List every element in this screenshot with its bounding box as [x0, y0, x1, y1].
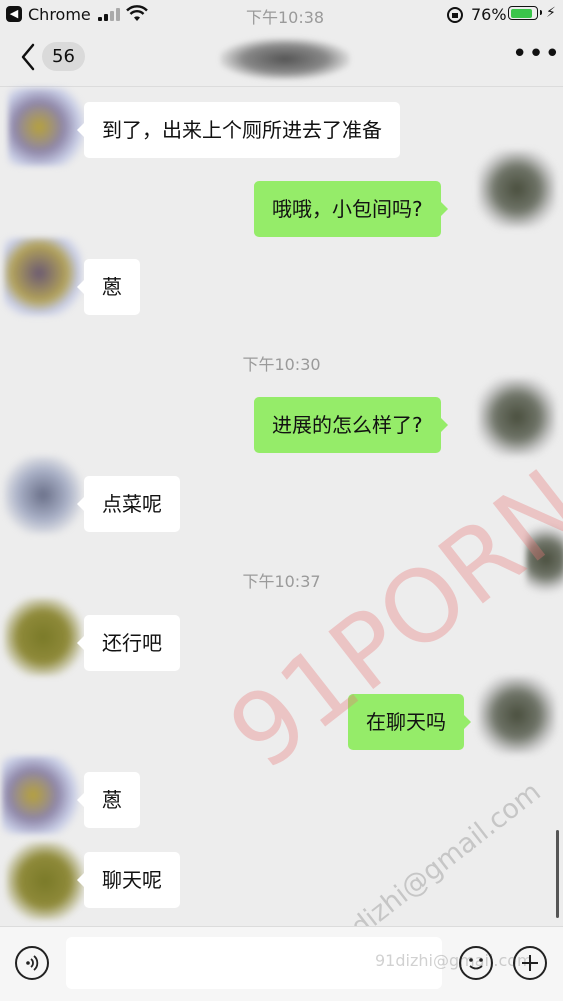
wifi-icon: [126, 5, 148, 21]
scrollbar[interactable]: [556, 830, 559, 918]
avatar[interactable]: [2, 756, 80, 834]
incoming-message[interactable]: 聊天呢: [77, 852, 180, 908]
outgoing-message[interactable]: 进展的怎么样了?: [254, 397, 448, 453]
avatar[interactable]: [4, 598, 82, 676]
chat-title-redacted: [220, 38, 350, 80]
status-bar: ◀ Chrome 下午10:38 76% ⚡: [0, 0, 563, 30]
chevron-left-icon[interactable]: [20, 43, 36, 71]
outgoing-message[interactable]: 哦哦，小包间吗?: [254, 181, 448, 237]
input-bar: 91dizhi@gmail.com: [0, 926, 563, 1001]
voice-icon[interactable]: [15, 946, 49, 980]
avatar[interactable]: [6, 842, 84, 920]
incoming-message[interactable]: 蒽: [77, 259, 140, 315]
cellular-signal-icon: [98, 8, 120, 21]
battery-percent: 76%: [471, 5, 507, 24]
rotation-lock-icon: [447, 7, 463, 23]
more-dots-icon[interactable]: •••: [512, 41, 561, 67]
avatar[interactable]: [478, 676, 556, 754]
avatar[interactable]: [4, 238, 82, 316]
emoji-icon[interactable]: [459, 946, 493, 980]
incoming-message[interactable]: 点菜呢: [77, 476, 180, 532]
timestamp: 下午10:30: [242, 355, 321, 374]
avatar[interactable]: [4, 456, 82, 534]
unread-count-badge[interactable]: 56: [42, 42, 85, 71]
watermark-small: 91dizhi@gmail.com: [375, 951, 533, 970]
charging-icon: ⚡: [546, 5, 556, 21]
status-clock: 下午10:38: [246, 8, 325, 27]
battery-icon: [508, 6, 542, 20]
chat-header: 56 •••: [0, 30, 563, 87]
incoming-message[interactable]: 蒽: [77, 772, 140, 828]
avatar[interactable]: [478, 150, 556, 228]
plus-icon[interactable]: [513, 946, 547, 980]
back-to-app-icon[interactable]: ◀: [6, 6, 22, 22]
incoming-message[interactable]: 到了，出来上个厕所进去了准备: [77, 102, 400, 158]
avatar[interactable]: [8, 88, 86, 166]
avatar[interactable]: [478, 378, 556, 456]
incoming-message[interactable]: 还行吧: [77, 615, 180, 671]
back-app-label[interactable]: Chrome: [28, 5, 91, 24]
